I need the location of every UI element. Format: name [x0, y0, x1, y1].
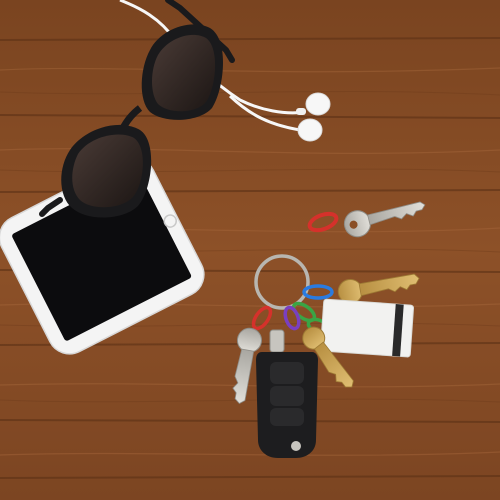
key-tag [319, 298, 414, 358]
scene-svg [0, 0, 500, 500]
fob-unlock-button [270, 386, 304, 406]
fob-trunk-button [270, 408, 304, 426]
photo-scene [0, 0, 500, 500]
fob-emblem [291, 441, 301, 451]
fob-lock-button [270, 362, 304, 384]
